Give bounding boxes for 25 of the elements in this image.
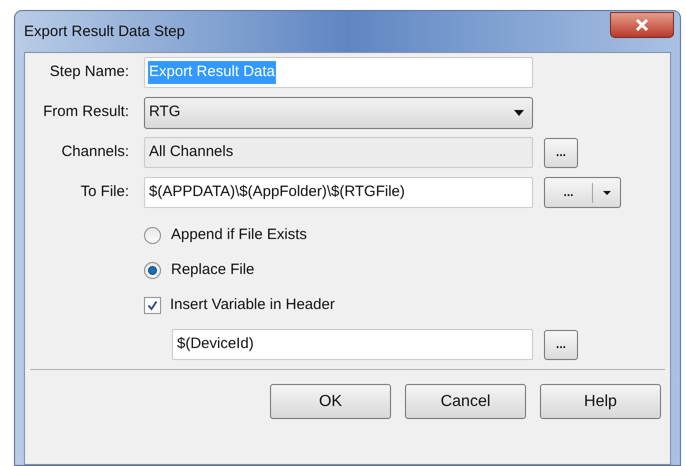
- dialog-button[interactable]: Help: [540, 384, 661, 419]
- field-label: Channels:: [60, 142, 129, 162]
- input-field[interactable]: $(DeviceId): [172, 329, 533, 360]
- readonly-field: All Channels: [144, 137, 533, 168]
- close-button[interactable]: [610, 12, 674, 38]
- split-button[interactable]: ...: [544, 177, 621, 208]
- radio-label: Replace File: [171, 260, 254, 280]
- checkbox-label: Insert Variable in Header: [170, 295, 335, 316]
- dialog-button[interactable]: Cancel: [405, 384, 526, 419]
- radio-label: Append if File Exists: [171, 225, 307, 246]
- checkbox[interactable]: [144, 297, 161, 314]
- browse-button[interactable]: ...: [544, 330, 578, 360]
- radio-button[interactable]: [144, 262, 161, 279]
- caret-icon: [514, 110, 524, 116]
- radio-button[interactable]: [144, 227, 161, 244]
- window-title: Export Result Data Step: [24, 22, 185, 42]
- close-icon: [635, 19, 649, 31]
- dropdown[interactable]: RTG: [144, 96, 533, 128]
- input-field[interactable]: $(APPDATA)\$(AppFolder)\$(RTGFile): [144, 177, 533, 208]
- dialog-button[interactable]: OK: [270, 384, 391, 419]
- field-label: Step Name:: [48, 62, 129, 82]
- field-label: From Result:: [42, 102, 129, 122]
- field-label: To File:: [80, 182, 129, 202]
- caret-icon: [603, 190, 611, 194]
- browse-button[interactable]: ...: [544, 138, 578, 168]
